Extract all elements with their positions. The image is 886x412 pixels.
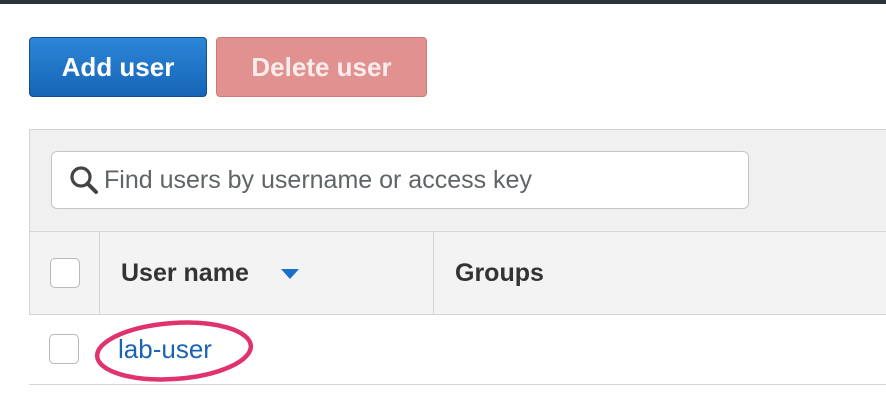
column-header-user-name[interactable]: User name bbox=[121, 259, 249, 288]
top-nav-strip bbox=[0, 0, 886, 4]
column-divider bbox=[433, 232, 434, 316]
table-toolbar bbox=[29, 129, 886, 231]
column-header-groups[interactable]: Groups bbox=[455, 259, 544, 288]
sort-descending-icon[interactable] bbox=[281, 269, 299, 279]
user-name-link[interactable]: lab-user bbox=[118, 334, 212, 365]
iam-users-page: Add user Delete user User name Groups la… bbox=[0, 0, 886, 412]
row-select-checkbox[interactable] bbox=[49, 334, 79, 364]
select-all-checkbox[interactable] bbox=[50, 258, 80, 288]
column-divider bbox=[99, 232, 100, 316]
search-box[interactable] bbox=[51, 151, 749, 209]
search-icon bbox=[64, 164, 104, 196]
delete-user-button[interactable]: Delete user bbox=[216, 37, 427, 97]
search-input[interactable] bbox=[104, 165, 724, 195]
table-row: lab-user bbox=[29, 315, 886, 385]
add-user-button[interactable]: Add user bbox=[29, 37, 207, 97]
users-table-header: User name Groups bbox=[29, 231, 886, 316]
